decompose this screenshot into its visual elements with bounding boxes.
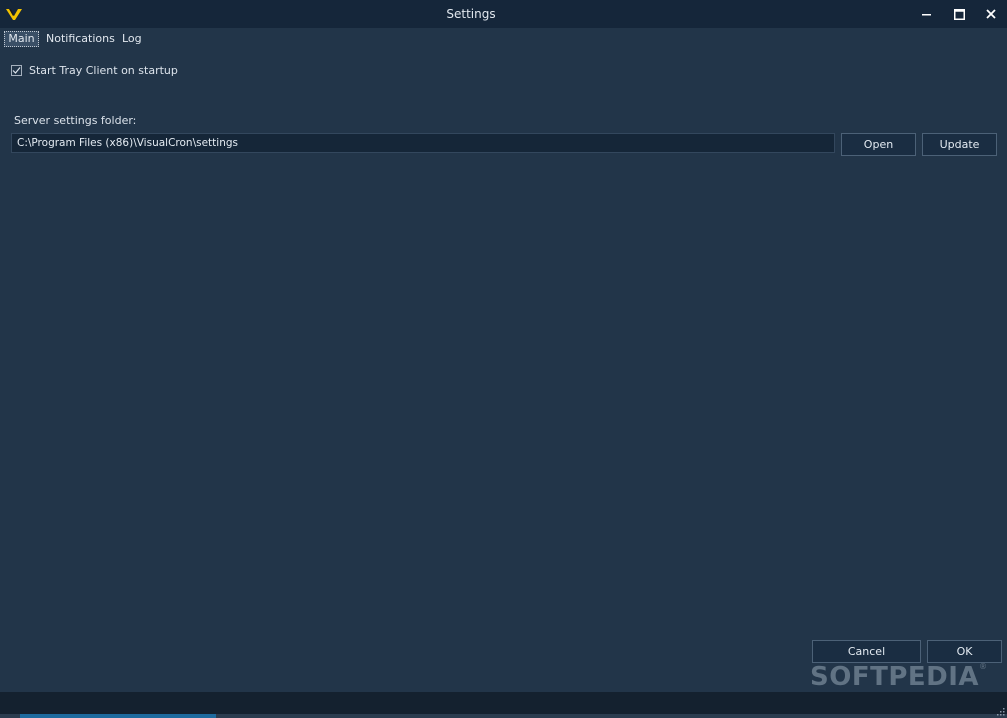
tab-main[interactable]: Main (4, 31, 39, 47)
title-bar: Settings (0, 0, 1007, 28)
tab-bar: Main Notifications Log (0, 28, 1007, 50)
watermark-text: SOFTPEDIA (810, 662, 980, 692)
open-button[interactable]: Open (841, 133, 916, 156)
resize-grip-icon[interactable] (995, 706, 1005, 716)
server-folder-input[interactable] (11, 133, 835, 153)
tab-log[interactable]: Log (120, 31, 144, 47)
close-button[interactable] (975, 0, 1007, 28)
maximize-icon (953, 8, 965, 20)
window-title: Settings (446, 7, 496, 21)
start-tray-checkbox[interactable] (11, 64, 22, 76)
tab-notifications[interactable]: Notifications (44, 31, 117, 47)
update-button[interactable]: Update (922, 133, 997, 156)
cancel-button[interactable]: Cancel (812, 640, 921, 663)
maximize-button[interactable] (943, 0, 975, 28)
close-icon (986, 9, 996, 19)
minimize-button[interactable] (911, 0, 943, 28)
ok-button[interactable]: OK (927, 640, 1002, 663)
watermark-registered-mark: ® (979, 662, 988, 671)
checkmark-icon (12, 66, 21, 74)
start-tray-option[interactable]: Start Tray Client on startup (11, 63, 178, 77)
minimize-icon (922, 14, 931, 16)
server-folder-label: Server settings folder: (14, 114, 137, 127)
softpedia-watermark: SOFTPEDIA® (810, 662, 988, 692)
status-strip-accent (20, 714, 216, 718)
start-tray-label: Start Tray Client on startup (29, 63, 178, 77)
settings-window: Settings Main Notifications Log Start Tr… (0, 0, 1007, 718)
